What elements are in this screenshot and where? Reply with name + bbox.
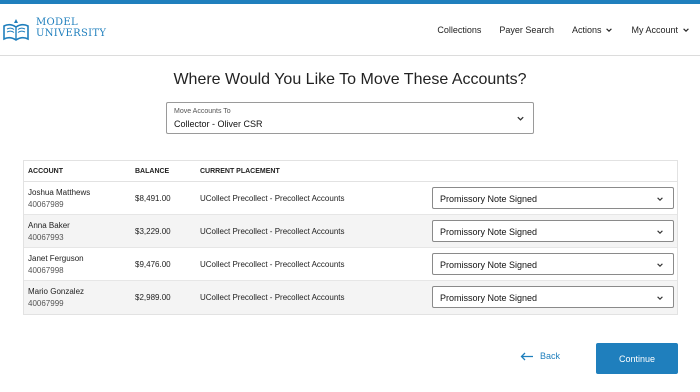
status-select[interactable]: Promissory Note Signed	[432, 220, 674, 242]
nav-actions-menu[interactable]: Actions	[572, 25, 614, 35]
account-name: Anna Baker	[28, 221, 70, 230]
move-accounts-to-value: Collector - Oliver CSR	[174, 119, 263, 129]
account-number: 40067989	[28, 200, 64, 209]
header: MODEL UNIVERSITY Collections Payer Searc…	[0, 4, 700, 56]
chevron-down-icon	[657, 296, 663, 300]
account-number: 40067998	[28, 266, 64, 275]
book-logo-icon	[3, 19, 29, 41]
continue-button[interactable]: Continue	[596, 343, 678, 374]
chevron-down-icon	[683, 28, 689, 32]
account-balance: $8,491.00	[135, 194, 171, 203]
back-button-label: Back	[540, 351, 561, 361]
current-placement: UCollect Precollect - Precollect Account…	[200, 293, 345, 302]
status-select[interactable]: Promissory Note Signed	[432, 187, 674, 209]
current-placement: UCollect Precollect - Precollect Account…	[200, 260, 345, 269]
account-name: Joshua Matthews	[28, 188, 91, 197]
move-accounts-to-select[interactable]: Move Accounts To Collector - Oliver CSR	[166, 102, 534, 134]
header-current-placement: CURRENT PLACEMENT	[200, 167, 280, 175]
move-accounts-to-label: Move Accounts To	[174, 108, 231, 115]
chevron-down-icon	[657, 197, 663, 201]
account-balance: $3,229.00	[135, 227, 171, 236]
table-row: Joshua Matthews 40067989 $8,491.00 UColl…	[24, 182, 677, 215]
table-row: Mario Gonzalez 40067999 $2,989.00 UColle…	[24, 281, 677, 314]
status-select[interactable]: Promissory Note Signed	[432, 253, 674, 275]
table-row: Anna Baker 40067993 $3,229.00 UCollect P…	[24, 215, 677, 248]
chevron-down-icon	[657, 263, 663, 267]
header-balance: BALANCE	[135, 167, 170, 175]
brand-name: MODEL UNIVERSITY	[36, 17, 106, 39]
nav-my-account-menu[interactable]: My Account	[631, 25, 690, 35]
status-value: Promissory Note Signed	[440, 260, 538, 270]
status-select[interactable]: Promissory Note Signed	[432, 286, 674, 308]
nav-actions-label: Actions	[571, 25, 602, 35]
back-button[interactable]: Back	[520, 351, 560, 361]
account-name: Janet Ferguson	[28, 254, 84, 263]
chevron-down-icon	[657, 230, 663, 234]
account-name: Mario Gonzalez	[28, 287, 85, 296]
nav-collections[interactable]: Collections	[437, 25, 481, 35]
nav-payer-search[interactable]: Payer Search	[499, 25, 554, 35]
accounts-table: ACCOUNT BALANCE CURRENT PLACEMENT Joshua…	[23, 160, 678, 315]
status-value: Promissory Note Signed	[440, 194, 538, 204]
account-balance: $2,989.00	[135, 293, 171, 302]
current-placement: UCollect Precollect - Precollect Account…	[200, 194, 345, 203]
status-value: Promissory Note Signed	[440, 227, 538, 237]
status-value: Promissory Note Signed	[440, 293, 538, 303]
brand-line1: MODEL	[36, 17, 78, 28]
page-title: Where Would You Like To Move These Accou…	[173, 71, 527, 88]
nav-my-account-label: My Account	[631, 25, 678, 35]
account-number: 40067999	[28, 299, 64, 308]
current-placement: UCollect Precollect - Precollect Account…	[200, 227, 345, 236]
header-account: ACCOUNT	[28, 167, 63, 175]
account-balance: $9,476.00	[135, 260, 171, 269]
chevron-down-icon	[517, 116, 524, 121]
brand-line2: UNIVERSITY	[36, 28, 107, 39]
arrow-left-icon	[520, 352, 533, 360]
account-number: 40067993	[28, 233, 64, 242]
top-nav: Collections Payer Search Actions My Acco…	[437, 4, 700, 56]
table-header: ACCOUNT BALANCE CURRENT PLACEMENT	[24, 161, 677, 182]
chevron-down-icon	[606, 28, 613, 32]
table-row: Janet Ferguson 40067998 $9,476.00 UColle…	[24, 248, 677, 281]
brand-logo[interactable]: MODEL UNIVERSITY	[2, 17, 106, 43]
